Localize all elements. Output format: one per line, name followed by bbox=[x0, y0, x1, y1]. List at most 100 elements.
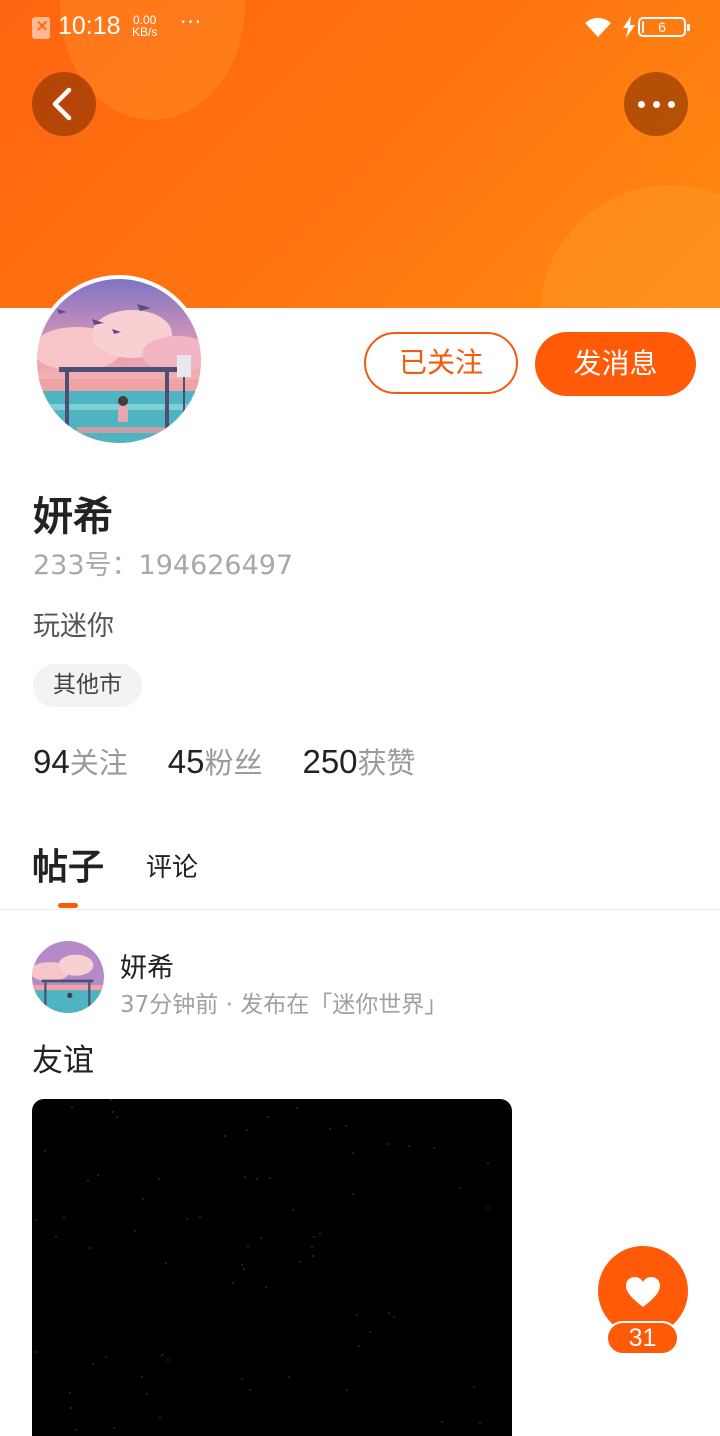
post-image[interactable] bbox=[32, 1099, 512, 1436]
image-noise-dot bbox=[296, 1107, 298, 1109]
following-button[interactable]: 已关注 bbox=[364, 332, 518, 394]
image-noise-dot bbox=[319, 1233, 321, 1235]
image-noise-dot bbox=[313, 1236, 315, 1238]
stat-likes: 250获赞 bbox=[302, 740, 415, 784]
active-tab-indicator bbox=[58, 903, 78, 908]
image-noise-dot bbox=[63, 1217, 65, 1219]
image-noise-dot bbox=[388, 1312, 390, 1314]
post-author-avatar[interactable] bbox=[32, 941, 104, 1013]
sim-error-icon bbox=[32, 16, 50, 39]
status-overflow: ··· bbox=[180, 10, 203, 34]
profile-avatar[interactable] bbox=[33, 275, 205, 447]
wifi-icon bbox=[585, 17, 611, 37]
like-count: 31 bbox=[606, 1321, 679, 1355]
image-noise-dot bbox=[69, 1392, 71, 1394]
image-noise-dot bbox=[292, 1209, 294, 1211]
image-noise-dot bbox=[265, 1286, 267, 1288]
image-noise-dot bbox=[241, 1378, 243, 1380]
battery-level-text: 6 bbox=[658, 19, 666, 35]
image-noise-dot bbox=[329, 1128, 331, 1130]
charging-icon bbox=[623, 16, 635, 38]
send-message-button[interactable]: 发消息 bbox=[535, 332, 696, 396]
image-noise-dot bbox=[345, 1125, 347, 1127]
profile-bio: 玩迷你 bbox=[33, 611, 114, 642]
image-noise-dot bbox=[459, 1187, 461, 1189]
post-meta: 37分钟前 · 发布在「迷你世界」 bbox=[120, 992, 448, 1018]
stat-followers-count: 45 bbox=[167, 743, 205, 780]
avatar-illustration bbox=[32, 941, 104, 1013]
image-noise-dot bbox=[299, 1261, 301, 1263]
image-noise-dot bbox=[288, 1376, 290, 1378]
image-noise-dot bbox=[473, 1386, 475, 1388]
image-noise-dot bbox=[159, 1417, 161, 1419]
image-noise-dot bbox=[199, 1216, 201, 1218]
image-noise-dot bbox=[165, 1262, 167, 1264]
image-noise-dot bbox=[158, 1178, 160, 1180]
image-noise-dot bbox=[352, 1152, 354, 1154]
stat-following-label: 关注 bbox=[69, 746, 128, 780]
heart-icon bbox=[626, 1277, 660, 1307]
image-noise-dot bbox=[105, 1356, 107, 1358]
image-noise-dot bbox=[70, 1407, 72, 1409]
image-noise-dot bbox=[311, 1246, 313, 1248]
stat-followers[interactable]: 45粉丝 bbox=[168, 740, 263, 784]
battery-icon: 6 bbox=[638, 17, 690, 37]
image-noise-dot bbox=[113, 1427, 115, 1429]
status-bar: 10:18 0.00 KB/s ··· 6 bbox=[0, 0, 720, 58]
image-noise-dot bbox=[167, 1359, 169, 1361]
network-speed: 0.00 KB/s bbox=[132, 14, 157, 38]
image-noise-dot bbox=[408, 1145, 410, 1147]
image-noise-dot bbox=[116, 1116, 118, 1118]
image-noise-dot bbox=[89, 1247, 91, 1249]
image-noise-dot bbox=[134, 1230, 136, 1232]
image-noise-dot bbox=[249, 1389, 251, 1391]
image-noise-dot bbox=[224, 1135, 226, 1137]
image-noise-dot bbox=[243, 1268, 245, 1270]
tab-posts[interactable]: 帖子 bbox=[32, 838, 104, 890]
more-button[interactable] bbox=[624, 72, 688, 136]
image-noise-dot bbox=[487, 1162, 489, 1164]
more-horizontal-icon bbox=[653, 101, 660, 108]
image-noise-dot bbox=[55, 1236, 57, 1238]
post-text[interactable]: 友谊 bbox=[32, 1035, 94, 1080]
image-noise-dot bbox=[75, 1429, 77, 1431]
chevron-left-icon bbox=[52, 87, 72, 121]
image-noise-dot bbox=[256, 1178, 258, 1180]
avatar-illustration bbox=[37, 279, 201, 443]
stat-following-count: 94 bbox=[33, 743, 70, 780]
post-author-name[interactable]: 妍希 bbox=[120, 946, 174, 985]
tab-comments[interactable]: 评论 bbox=[146, 847, 198, 884]
image-noise-dot bbox=[393, 1316, 395, 1318]
image-noise-dot bbox=[232, 1282, 234, 1284]
image-noise-dot bbox=[71, 1106, 73, 1108]
image-noise-dot bbox=[246, 1129, 248, 1131]
image-noise-dot bbox=[479, 1422, 481, 1424]
image-noise-dot bbox=[369, 1331, 371, 1333]
image-noise-dot bbox=[241, 1264, 243, 1266]
image-noise-dot bbox=[97, 1174, 99, 1176]
profile-name: 妍希 bbox=[33, 494, 113, 540]
back-button[interactable] bbox=[32, 72, 96, 136]
stat-following[interactable]: 94关注 bbox=[33, 740, 128, 784]
image-noise-dot bbox=[142, 1198, 144, 1200]
image-noise-dot bbox=[386, 1143, 388, 1145]
image-noise-dot bbox=[433, 1147, 435, 1149]
stat-followers-label: 粉丝 bbox=[204, 746, 263, 780]
image-noise-dot bbox=[356, 1314, 358, 1316]
image-noise-dot bbox=[267, 1116, 269, 1118]
image-noise-dot bbox=[110, 1099, 112, 1101]
image-noise-dot bbox=[346, 1389, 348, 1391]
image-noise-dot bbox=[161, 1354, 163, 1356]
image-noise-dot bbox=[92, 1363, 94, 1365]
image-noise-dot bbox=[146, 1393, 148, 1395]
image-noise-dot bbox=[247, 1245, 249, 1247]
image-noise-dot bbox=[186, 1218, 188, 1220]
stat-likes-label: 获赞 bbox=[357, 746, 416, 780]
tab-divider bbox=[0, 909, 720, 910]
image-noise-dot bbox=[358, 1345, 360, 1347]
profile-stats: 94关注 45粉丝 250获赞 bbox=[33, 740, 456, 784]
more-horizontal-icon bbox=[668, 101, 675, 108]
more-horizontal-icon bbox=[638, 101, 645, 108]
image-noise-dot bbox=[244, 1176, 246, 1178]
image-noise-dot bbox=[269, 1177, 271, 1179]
